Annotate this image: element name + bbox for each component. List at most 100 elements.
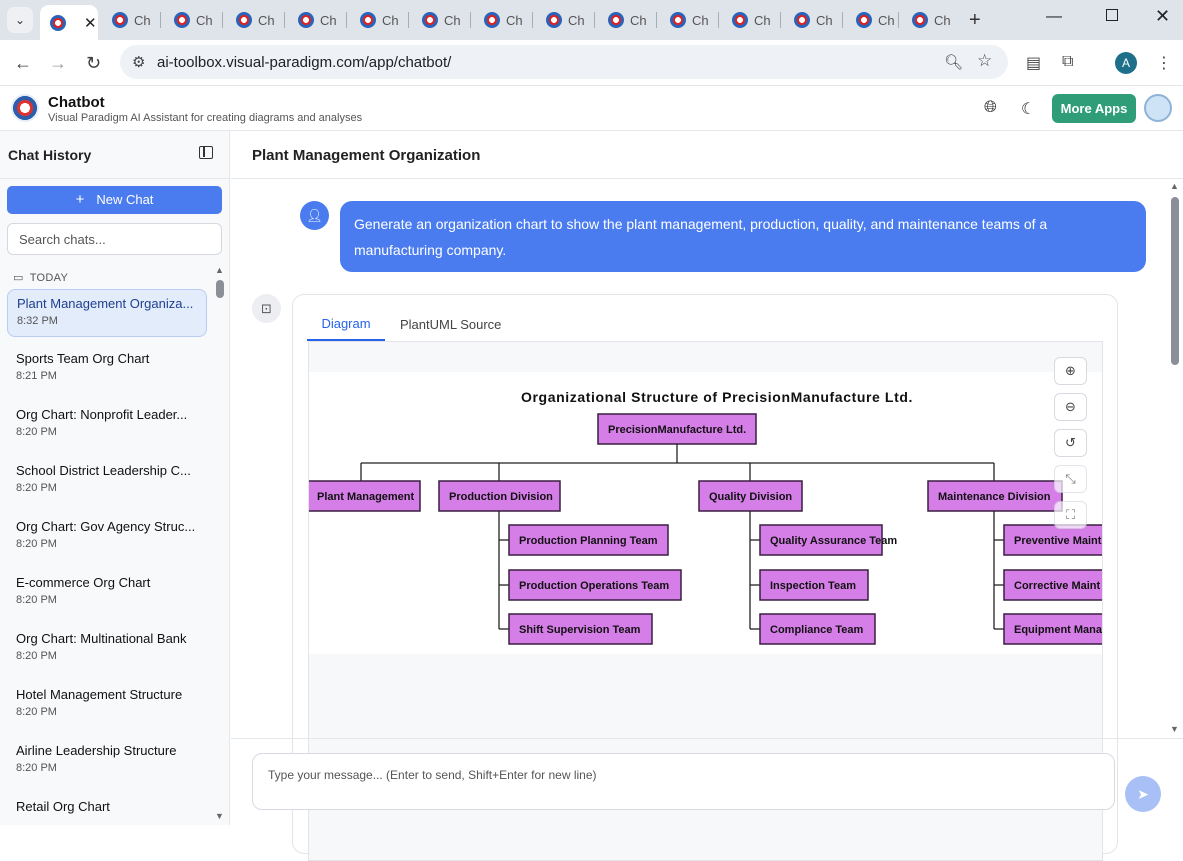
chat-history-item[interactable]: Org Chart: Multinational Bank 8:20 PM	[7, 625, 207, 673]
zoom-in-icon[interactable]: ⊕	[1054, 357, 1087, 385]
url-text[interactable]: ai-toolbox.visual-paradigm.com/app/chatb…	[157, 54, 451, 71]
chat-history-item[interactable]: Hotel Management Structure 8:20 PM	[7, 681, 207, 729]
minimize-icon[interactable]: —	[1046, 8, 1062, 26]
tab-label: Ch	[506, 12, 523, 28]
chat-history-item[interactable]: Org Chart: Nonprofit Leader... 8:20 PM	[7, 401, 207, 449]
browser-tab[interactable]: Ch	[660, 6, 716, 34]
scroll-down-icon[interactable]: ▼	[1170, 724, 1179, 734]
tab-plantuml-source[interactable]: PlantUML Source	[400, 317, 501, 332]
team-node-label: Shift Supervision Team	[519, 624, 641, 636]
scrollbar-thumb[interactable]	[1171, 197, 1179, 365]
tab-label: Ch	[320, 12, 337, 28]
tab-label: Ch	[934, 12, 951, 28]
browser-tab[interactable]: Ch	[412, 6, 468, 34]
tab-label: Ch	[630, 12, 647, 28]
zoom-icon[interactable]: 🔍︎	[944, 53, 963, 71]
chat-history-item[interactable]: Plant Management Organiza... 8:32 PM	[7, 289, 207, 337]
close-tab-icon[interactable]: ✕	[84, 14, 97, 32]
chat-item-time: 8:20 PM	[16, 650, 57, 662]
team-node-label: Production Planning Team	[519, 535, 658, 547]
chat-item-title: E-commerce Org Chart	[16, 575, 151, 590]
chat-history-item[interactable]: E-commerce Org Chart 8:20 PM	[7, 569, 207, 617]
tab-diagram[interactable]: Diagram	[307, 316, 385, 341]
reload-icon[interactable]: ↻	[86, 53, 101, 74]
more-apps-button[interactable]: More Apps	[1052, 94, 1136, 123]
browser-tab[interactable]: Ch	[350, 6, 406, 34]
chat-item-title: Org Chart: Nonprofit Leader...	[16, 407, 188, 422]
tab-search-button[interactable]: ⌄	[7, 7, 33, 33]
chat-item-title: Airline Leadership Structure	[16, 743, 177, 758]
message-input[interactable]	[252, 753, 1115, 810]
user-message: Generate an organization chart to show t…	[340, 201, 1146, 272]
address-bar[interactable]: ⚙ ai-toolbox.visual-paradigm.com/app/cha…	[120, 45, 1008, 79]
scroll-down-icon[interactable]: ▼	[215, 811, 224, 821]
tab-separator	[284, 12, 285, 28]
bookmark-star-icon[interactable]: ☆	[977, 51, 992, 71]
browser-tab[interactable]: Ch	[288, 6, 344, 34]
division-node-label: Production Division	[449, 491, 553, 503]
browser-tab[interactable]: Ch	[902, 6, 958, 34]
chat-history-item[interactable]: School District Leadership C... 8:20 PM	[7, 457, 207, 505]
sidebar-toggle-icon[interactable]	[199, 146, 213, 159]
tab-label: Ch	[568, 12, 585, 28]
tab-separator	[160, 12, 161, 28]
tab-favicon-icon	[546, 12, 562, 28]
back-icon[interactable]: ←	[14, 53, 32, 74]
tab-separator	[470, 12, 471, 28]
browser-tab[interactable]: Ch	[226, 6, 282, 34]
tab-label: Ch	[196, 12, 213, 28]
zoom-out-icon[interactable]: ⊖	[1054, 393, 1087, 421]
chat-history-item[interactable]: Org Chart: Gov Agency Struc... 8:20 PM	[7, 513, 207, 561]
new-chat-button[interactable]: + New Chat	[7, 186, 222, 214]
site-info-icon[interactable]: ⚙	[132, 53, 145, 71]
dark-mode-moon-icon[interactable]: ☾	[1021, 99, 1035, 119]
tab-label: Ch	[382, 12, 399, 28]
browser-tab[interactable]: ✕	[40, 5, 98, 40]
chat-history-item[interactable]: Sports Team Org Chart 8:21 PM	[7, 345, 207, 393]
assistant-avatar[interactable]	[1144, 94, 1172, 122]
scroll-up-icon[interactable]: ▲	[1170, 181, 1179, 191]
scroll-up-icon[interactable]: ▲	[215, 265, 224, 275]
extensions-puzzle-icon[interactable]: ⧉	[1062, 53, 1073, 71]
main-scrollbar[interactable]: ▲ ▼	[1169, 181, 1181, 736]
browser-toolbar: ← → ↻ ⚙ ai-toolbox.visual-paradigm.com/a…	[0, 40, 1183, 86]
fit-to-screen-icon[interactable]: ⤡	[1054, 465, 1087, 493]
tab-label: Ch	[258, 12, 275, 28]
division-node-label: Plant Management	[317, 491, 415, 503]
team-node-label: Equipment Mana	[1014, 624, 1102, 636]
chat-history-item[interactable]: Airline Leadership Structure 8:20 PM	[7, 737, 207, 785]
browser-tab[interactable]: Ch	[846, 6, 902, 34]
chat-item-title: Org Chart: Multinational Bank	[16, 631, 187, 646]
forward-icon[interactable]: →	[49, 53, 67, 74]
browser-tab[interactable]: Ch	[598, 6, 654, 34]
bot-icon: ⊡	[252, 294, 281, 323]
reset-view-icon[interactable]: ↺	[1054, 429, 1087, 457]
search-chats-input[interactable]	[7, 223, 222, 255]
browser-tab[interactable]: Ch	[784, 6, 840, 34]
chat-item-time: 8:20 PM	[16, 482, 57, 494]
scrollbar-thumb[interactable]	[216, 280, 224, 298]
tab-favicon-icon	[912, 12, 928, 28]
calendar-icon: ▭	[13, 272, 24, 284]
profile-avatar[interactable]: A	[1115, 52, 1137, 74]
tab-favicon-icon	[670, 12, 686, 28]
browser-tab[interactable]: Ch	[164, 6, 220, 34]
browser-tab[interactable]: Ch	[102, 6, 158, 34]
language-globe-icon[interactable]: 🌐︎	[984, 99, 997, 117]
chat-item-time: 8:20 PM	[16, 538, 57, 550]
fullscreen-icon[interactable]: ⛶	[1054, 501, 1087, 529]
team-node-label: Preventive Maint	[1014, 535, 1102, 547]
send-button[interactable]: ➤	[1125, 776, 1161, 812]
browser-tab[interactable]: Ch	[474, 6, 530, 34]
browser-tab[interactable]: Ch	[722, 6, 778, 34]
maximize-icon[interactable]	[1106, 9, 1118, 21]
browser-tab[interactable]: Ch	[536, 6, 592, 34]
tab-separator	[780, 12, 781, 28]
browser-menu-icon[interactable]: ⋮	[1156, 53, 1172, 73]
close-window-icon[interactable]: ✕	[1155, 6, 1170, 27]
extension-icon[interactable]: ▤	[1026, 53, 1041, 73]
chat-history-item[interactable]: Retail Org Chart	[7, 793, 207, 841]
tab-favicon-icon	[732, 12, 748, 28]
sidebar-scrollbar[interactable]: ▲ ▼	[215, 265, 224, 821]
new-tab-icon[interactable]: +	[969, 9, 981, 32]
